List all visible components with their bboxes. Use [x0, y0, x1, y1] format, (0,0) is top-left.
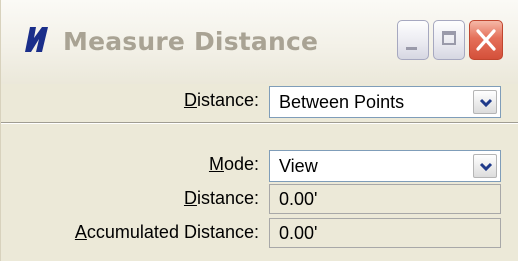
maximize-button[interactable]: [433, 20, 465, 60]
distance-output-label-accel: D: [183, 188, 197, 208]
microstation-logo-icon: [25, 27, 48, 52]
window-title: Measure Distance: [63, 27, 319, 56]
distance-method-select[interactable]: Between Points: [269, 86, 501, 118]
distance-output-label: Distance:: [151, 188, 259, 209]
minimize-button[interactable]: [397, 20, 429, 60]
section-divider: [1, 122, 518, 124]
mode-dropdown-button[interactable]: [473, 154, 497, 178]
mode-label-text: ode:: [223, 154, 259, 174]
distance-method-label-accel: D: [183, 90, 197, 110]
chevron-down-icon: [479, 162, 493, 172]
distance-method-label-text: istance:: [196, 90, 259, 110]
distance-method-label: Distance:: [151, 90, 259, 111]
accumulated-distance-field: 0.00': [269, 218, 501, 248]
close-button[interactable]: [469, 20, 503, 60]
chevron-down-icon: [479, 98, 493, 108]
accumulated-distance-value: 0.00': [279, 223, 318, 243]
minimize-icon: [406, 47, 417, 50]
measure-distance-window: Measure Distance Distance: Between Point…: [0, 0, 518, 261]
distance-method-dropdown-button[interactable]: [473, 90, 497, 114]
mode-label: Mode:: [151, 154, 259, 175]
maximize-icon: [442, 31, 456, 45]
accumulated-distance-label-accel: A: [74, 222, 87, 242]
close-icon: [476, 29, 496, 51]
distance-output-value: 0.00': [279, 189, 318, 209]
accumulated-distance-label-text: ccumulated Distance:: [86, 222, 259, 242]
mode-value: View: [279, 156, 318, 176]
title-bar[interactable]: Measure Distance: [1, 0, 518, 84]
distance-method-value: Between Points: [279, 92, 405, 112]
distance-output-field: 0.00': [269, 184, 501, 214]
distance-output-label-text: istance:: [196, 188, 259, 208]
mode-label-accel: M: [208, 154, 224, 174]
mode-select[interactable]: View: [269, 150, 501, 182]
accumulated-distance-label: Accumulated Distance:: [21, 222, 259, 243]
